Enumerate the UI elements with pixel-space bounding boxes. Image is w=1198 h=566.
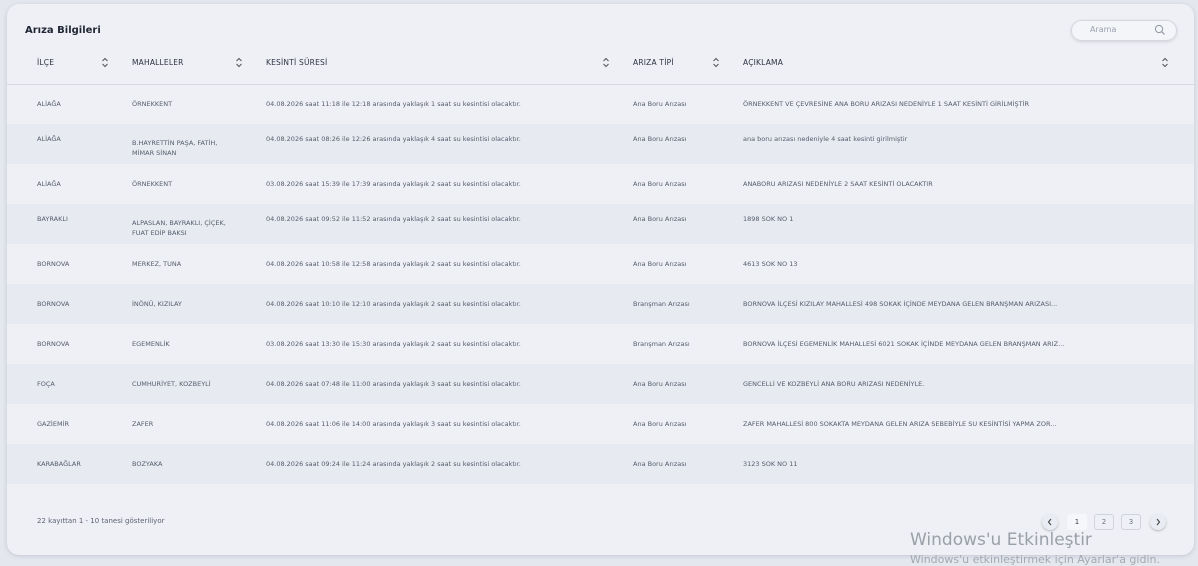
pagination-info: 22 kayıttan 1 - 10 tanesi gösteriliyor (37, 517, 165, 525)
activation-watermark-title: Windows'u Etkinleştir (910, 530, 1092, 550)
column-header-ilce[interactable]: İLÇE (37, 58, 54, 67)
cell-aciklama: 4613 SOK NO 13 (743, 260, 798, 268)
cell-sure: 04.08.2026 saat 11:18 ile 12:18 arasında… (266, 100, 521, 108)
cell-mahalle: İNÖNÜ, KIZILAY (132, 300, 182, 308)
cell-sure: 04.08.2026 saat 11:06 ile 14:00 arasında… (266, 420, 521, 428)
cell-ilce: KARABAĞLAR (37, 460, 81, 468)
cell-sure: 04.08.2026 saat 07:48 ile 11:00 arasında… (266, 380, 521, 388)
cell-tip: Ana Boru Arızası (633, 100, 687, 108)
cell-mahalle: CUMHURİYET, KOZBEYLİ (132, 380, 211, 388)
cell-aciklama: 1898 SOK NO 1 (743, 215, 794, 223)
table-row[interactable]: FOÇA CUMHURİYET, KOZBEYLİ 04.08.2026 saat … (7, 364, 1194, 404)
card-title: Arıza Bilgileri (25, 25, 101, 36)
cell-sure: 03.08.2026 saat 13:30 ile 15:30 arasında… (266, 340, 521, 348)
cell-mahalle-line2: MİMAR SİNAN (132, 149, 177, 157)
cell-ilce: BORNOVA (37, 300, 70, 308)
column-header-kesinti-suresi[interactable]: KESİNTİ SÜRESİ (266, 58, 327, 67)
cell-ilce: ALİAĞA (37, 135, 61, 143)
column-header-mahalleler[interactable]: MAHALLELER (132, 58, 184, 67)
chevron-right-icon (1156, 518, 1161, 526)
outage-card: Arıza Bilgileri Arama İLÇE MAHALLELER KE… (7, 4, 1194, 555)
cell-sure: 03.08.2026 saat 15:39 ile 17:39 arasında… (266, 180, 521, 188)
cell-aciklama: BORNOVA İLÇESİ KIZILAY MAHALLESİ 498 SOK… (743, 300, 1058, 308)
cell-ilce: BAYRAKLI (37, 215, 68, 223)
sort-icon[interactable] (101, 57, 109, 68)
cell-aciklama: ANABORU ARIZASI NEDENİYLE 2 SAAT KESİNTİ… (743, 180, 933, 188)
cell-mahalle: MERKEZ, TUNA (132, 260, 182, 268)
cell-mahalle: ZAFER (132, 420, 154, 428)
table-row[interactable]: KARABAĞLAR BOZYAKA 04.08.2026 saat 09:24 i… (7, 444, 1194, 484)
column-header-aciklama[interactable]: AÇIKLAMA (743, 58, 783, 67)
cell-aciklama: ÖRNEKKENT VE ÇEVRESİNE ANA BORU ARIZASI … (743, 100, 1030, 108)
table-row[interactable]: BORNOVA MERKEZ, TUNA 04.08.2026 saat 10:58… (7, 244, 1194, 284)
cell-ilce: ALİAĞA (37, 100, 61, 108)
cell-mahalle: ÖRNEKKENT (132, 180, 173, 188)
cell-ilce: GAZİEMİR (37, 420, 70, 428)
cell-mahalle: B.HAYRETTİN PAŞA, FATİH, (132, 139, 218, 147)
activation-watermark-subtitle: Windows'u etkinleştirmek için Ayarlar'a … (910, 553, 1160, 566)
table-row[interactable]: BAYRAKLI ALPASLAN, BAYRAKLI, ÇİÇEK, 04.08.… (7, 204, 1194, 244)
sort-icon[interactable] (1161, 57, 1169, 68)
sort-icon[interactable] (712, 57, 720, 68)
sort-icon[interactable] (235, 57, 243, 68)
cell-sure: 04.08.2026 saat 10:10 ile 12:10 arasında… (266, 300, 521, 308)
cell-tip: Ana Boru Arızası (633, 180, 687, 188)
cell-mahalle: ÖRNEKKENT (132, 100, 173, 108)
table-row[interactable]: BORNOVA İNÖNÜ, KIZILAY 04.08.2026 saat 10:… (7, 284, 1194, 324)
table-row[interactable]: ALİAĞA ÖRNEKKENT 03.08.2026 saat 15:39 ile… (7, 164, 1194, 204)
cell-tip: Ana Boru Arızası (633, 260, 687, 268)
cell-mahalle-line2: FUAT EDİP BAKSI (132, 229, 187, 237)
table-row[interactable]: ALİAĞA ÖRNEKKENT 04.08.2026 saat 11:18 ile… (7, 84, 1194, 124)
table-header: İLÇE MAHALLELER KESİNTİ SÜRESİ ARIZA TİP… (7, 46, 1194, 85)
column-header-ariza-tipi[interactable]: ARIZA TİPİ (633, 58, 674, 67)
sort-icon[interactable] (602, 57, 610, 68)
table-row[interactable]: ALİAĞA B.HAYRETTİN PAŞA, FATİH, 04.08.2026… (7, 124, 1194, 164)
cell-mahalle: EGEMENLİK (132, 340, 170, 348)
search-input[interactable]: Arama (1071, 20, 1177, 41)
cell-ilce: FOÇA (37, 380, 55, 388)
cell-ilce: ALİAĞA (37, 180, 61, 188)
search-icon[interactable] (1154, 24, 1166, 36)
cell-sure: 04.08.2026 saat 10:58 ile 12:58 arasında… (266, 260, 521, 268)
page-button-3[interactable]: 3 (1121, 514, 1141, 530)
cell-mahalle: BOZYAKA (132, 460, 163, 468)
cell-aciklama: ZAFER MAHALLESİ 800 SOKAKTA MEYDANA GELE… (743, 420, 1057, 428)
table-row[interactable]: GAZİEMİR ZAFER 04.08.2026 saat 11:06 ile 1… (7, 404, 1194, 444)
cell-sure: 04.08.2026 saat 08:26 ile 12:26 arasında… (266, 135, 521, 143)
cell-tip: Ana Boru Arızası (633, 215, 687, 223)
cell-tip: Branşman Arızası (633, 300, 690, 308)
search-placeholder: Arama (1090, 25, 1117, 34)
prev-page-button[interactable] (1042, 514, 1058, 530)
chevron-left-icon (1047, 518, 1052, 526)
cell-aciklama: 3123 SOK NO 11 (743, 460, 798, 468)
page-button-1[interactable]: 1 (1067, 514, 1087, 530)
cell-tip: Ana Boru Arızası (633, 420, 687, 428)
cell-tip: Ana Boru Arızası (633, 460, 687, 468)
cell-aciklama: GENCELLİ VE KOZBEYLİ ANA BORU ARIZASI NE… (743, 380, 925, 388)
cell-sure: 04.08.2026 saat 09:52 ile 11:52 arasında… (266, 215, 521, 223)
cell-ilce: BORNOVA (37, 340, 70, 348)
cell-aciklama: ana boru arızası nedeniyle 4 saat kesint… (743, 135, 908, 143)
cell-tip: Ana Boru Arızası (633, 135, 687, 143)
table-row[interactable]: BORNOVA EGEMENLİK 03.08.2026 saat 13:30 il… (7, 324, 1194, 364)
page-button-2[interactable]: 2 (1094, 514, 1114, 530)
cell-tip: Branşman Arızası (633, 340, 690, 348)
next-page-button[interactable] (1150, 514, 1166, 530)
cell-sure: 04.08.2026 saat 09:24 ile 11:24 arasında… (266, 460, 521, 468)
cell-ilce: BORNOVA (37, 260, 70, 268)
cell-tip: Ana Boru Arızası (633, 380, 687, 388)
cell-aciklama: BORNOVA İLÇESİ EGEMENLİK MAHALLESİ 6021 … (743, 340, 1065, 348)
cell-mahalle: ALPASLAN, BAYRAKLI, ÇİÇEK, (132, 219, 226, 227)
